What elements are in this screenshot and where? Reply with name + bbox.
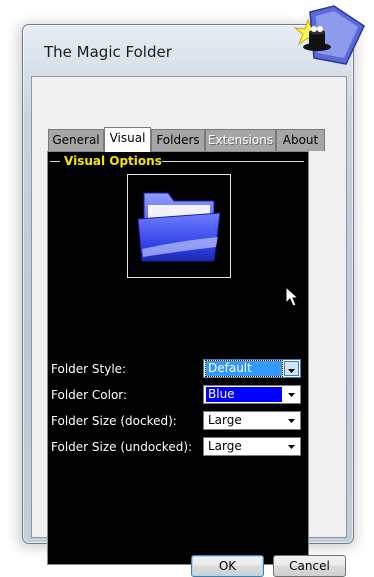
blue-folder-icon [137, 192, 221, 262]
folder-style-value: Default [205, 360, 283, 377]
section-title: Visual Options [64, 154, 162, 168]
folder-style-label: Folder Style: [51, 362, 127, 376]
tab-visual[interactable]: Visual [104, 127, 151, 152]
cancel-button[interactable]: Cancel [273, 555, 346, 577]
dropdown-arrow-icon[interactable] [284, 413, 299, 428]
settings-window: The Magic Folder General Visual Folders … [22, 24, 354, 577]
tab-extensions[interactable]: Extensions [205, 129, 276, 151]
mouse-pointer-icon [285, 286, 300, 307]
section-line-left [50, 161, 60, 162]
folder-style-select[interactable]: Default [203, 359, 301, 378]
ok-button[interactable]: OK [191, 555, 264, 577]
folder-preview [127, 174, 231, 278]
folder-size-docked-select[interactable]: Large [203, 411, 301, 430]
tab-general[interactable]: General [48, 129, 104, 151]
folder-size-undocked-label: Folder Size (undocked): [51, 440, 193, 454]
window-title: The Magic Folder [44, 43, 172, 61]
visual-options-panel: Visual Options Folder Style: Default Fol… [47, 151, 309, 565]
section-line-right [162, 161, 304, 162]
tab-folders[interactable]: Folders [151, 129, 205, 151]
magic-hat-folder-icon [291, 5, 365, 65]
folder-color-label: Folder Color: [51, 388, 128, 402]
dropdown-arrow-icon[interactable] [284, 361, 299, 376]
folder-size-docked-label: Folder Size (docked): [51, 414, 177, 428]
folder-size-undocked-select[interactable]: Large [203, 437, 301, 456]
folder-color-select[interactable]: Blue [203, 385, 301, 404]
tab-about[interactable]: About [276, 129, 325, 151]
dropdown-arrow-icon[interactable] [284, 439, 299, 454]
folder-size-docked-value: Large [208, 413, 242, 427]
folder-size-undocked-value: Large [208, 439, 242, 453]
dropdown-arrow-icon[interactable] [284, 387, 299, 402]
folder-color-value: Blue [206, 387, 282, 402]
